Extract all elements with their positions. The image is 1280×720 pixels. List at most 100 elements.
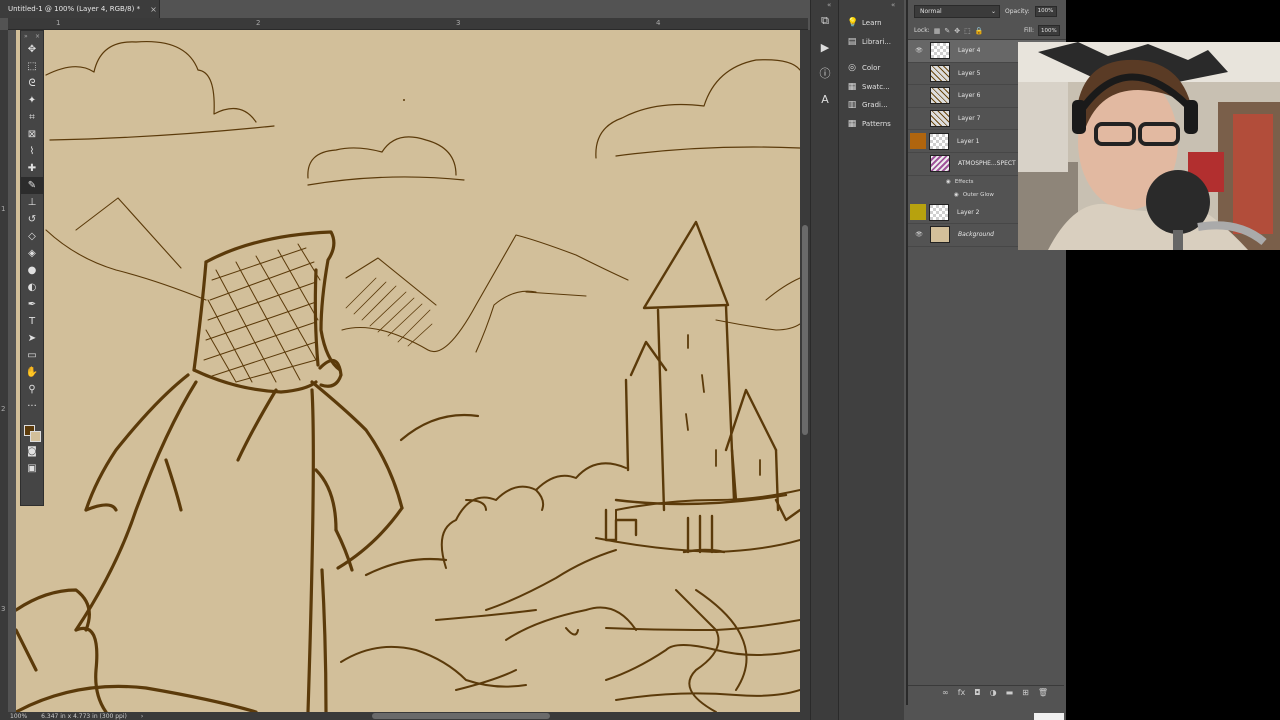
crop-tool[interactable]: ⌗	[21, 109, 43, 126]
layer-name[interactable]: Layer 7	[958, 115, 980, 122]
color-icon: ◎	[848, 63, 856, 74]
color-swatches[interactable]	[21, 419, 43, 443]
vertical-scroll-thumb[interactable]	[802, 225, 808, 435]
toolbar-header[interactable]: » ×	[21, 31, 43, 41]
lock-transparency-icon[interactable]: ▦	[934, 27, 941, 35]
vertical-ruler[interactable]: 1 2 3	[0, 30, 8, 712]
fx-icon[interactable]: fx	[958, 688, 966, 697]
add-mask-icon[interactable]: ◘	[974, 688, 980, 697]
panel-tab-patterns[interactable]: ▦ Patterns	[839, 115, 904, 134]
horizontal-ruler[interactable]: 1 2 3 4	[8, 18, 808, 30]
background-color-swatch[interactable]	[30, 431, 41, 442]
path-selection-tool[interactable]: ➤	[21, 330, 43, 347]
delete-layer-icon[interactable]: 🗑	[1038, 688, 1048, 697]
layer-name[interactable]: ATMOSPHE...SPECT	[958, 160, 1016, 167]
effect-eye-icon[interactable]: ◉	[946, 179, 951, 185]
effect-eye-icon[interactable]: ◉	[954, 192, 959, 198]
patterns-icon: ▦	[847, 118, 857, 129]
effects-label: Effects	[954, 179, 974, 186]
hand-tool[interactable]: ✋	[21, 364, 43, 381]
healing-brush-tool[interactable]: ✚	[21, 160, 43, 177]
info-icon[interactable]: ⓘ	[811, 60, 839, 86]
panel-tab-label: Swatc...	[862, 82, 890, 91]
document-info[interactable]: 6.347 in x 4.773 in (300 ppi)	[41, 713, 127, 720]
status-arrow-icon[interactable]: ›	[141, 713, 143, 720]
photoshop-workspace: Untitled-1 @ 100% (Layer 4, RGB/8) * × 1…	[0, 0, 1066, 720]
panel-tab-gradi[interactable]: ▥ Gradi...	[839, 96, 904, 115]
panel-tab-color[interactable]: ◎ Color	[839, 59, 904, 78]
lock-all-icon[interactable]: 🔒	[975, 27, 984, 35]
bottom-tools: ◙ ▣	[21, 443, 43, 477]
lock-artboard-icon[interactable]: ⬚	[964, 27, 971, 35]
expand-icon[interactable]: »	[24, 33, 28, 40]
link-layers-icon[interactable]: ∞	[942, 688, 949, 697]
panel-tab-label: Color	[862, 64, 881, 73]
horizontal-scroll-thumb[interactable]	[372, 713, 550, 719]
panel-tab-learn[interactable]: 💡 Learn	[839, 14, 904, 33]
move-tool[interactable]: ✥	[21, 41, 43, 58]
ruler-number: 1	[1, 205, 6, 213]
close-icon[interactable]: ×	[150, 5, 157, 14]
opacity-label: Opacity:	[1005, 7, 1030, 15]
document-title: Untitled-1 @ 100% (Layer 4, RGB/8) *	[8, 5, 141, 13]
document-canvas[interactable]	[16, 30, 800, 712]
layers-lock-row: Lock: ▦ ✎ ✥ ⬚ 🔒 Fill: 100%	[908, 22, 1066, 40]
layer-name[interactable]: Layer 4	[958, 47, 980, 54]
gradients-icon: ▥	[847, 100, 857, 111]
visibility-eye-icon[interactable]: 👁	[908, 231, 930, 238]
close-icon[interactable]: ×	[35, 33, 40, 40]
zoom-tool[interactable]: ⚲	[21, 381, 43, 398]
actions-icon[interactable]: ▶	[811, 34, 839, 60]
new-layer-icon[interactable]: ⊞	[1022, 688, 1029, 697]
history-brush-tool[interactable]: ↺	[21, 211, 43, 228]
layers-blend-row: Normal ⌄ Opacity: 100%	[908, 0, 1066, 22]
layer-thumbnail	[930, 87, 950, 105]
rectangle-tool[interactable]: ▭	[21, 347, 43, 364]
pen-tool[interactable]: ✒	[21, 296, 43, 313]
quick-mask-tool[interactable]: ◙	[21, 443, 43, 460]
layer-name[interactable]: Layer 1	[957, 138, 979, 145]
type-tool[interactable]: T	[21, 313, 43, 330]
collapse-icon[interactable]: «	[891, 1, 895, 9]
eyedropper-tool[interactable]: ⌇	[21, 143, 43, 160]
layer-name[interactable]: Layer 2	[957, 209, 979, 216]
blend-mode-select[interactable]: Normal ⌄	[914, 4, 1000, 18]
panel-tab-librari[interactable]: ▤ Librari...	[839, 33, 904, 52]
brush-tool[interactable]: ✎	[21, 177, 43, 194]
layer-name[interactable]: Background	[958, 231, 994, 238]
adjustment-layer-icon[interactable]: ◑	[990, 688, 997, 697]
black-area	[1066, 250, 1280, 720]
fill-field[interactable]: 100%	[1038, 25, 1060, 36]
screen-mode-tool[interactable]: ▣	[21, 460, 43, 477]
frame-tool[interactable]: ⊠	[21, 126, 43, 143]
layer-name[interactable]: Layer 5	[958, 70, 980, 77]
marquee-tool[interactable]: ⬚	[21, 58, 43, 75]
clone-stamp-tool[interactable]: ⊥	[21, 194, 43, 211]
opacity-field[interactable]: 100%	[1034, 5, 1057, 17]
panel-tab-swatc[interactable]: ▦ Swatc...	[839, 78, 904, 97]
black-area	[1066, 0, 1280, 42]
panel-dock-strip: « ⧉ ▶ ⓘ A	[810, 0, 838, 720]
taskbar-fragment	[1034, 713, 1064, 720]
panel-tab-label: Librari...	[862, 37, 891, 46]
new-group-icon[interactable]: ▬	[1006, 688, 1014, 697]
edit-toolbar[interactable]: ···	[21, 398, 43, 415]
lock-pixels-icon[interactable]: ✎	[944, 27, 950, 35]
dodge-tool[interactable]: ◐	[21, 279, 43, 296]
ruler-number: 2	[256, 19, 261, 27]
history-icon[interactable]: ⧉	[811, 8, 839, 34]
document-tab[interactable]: Untitled-1 @ 100% (Layer 4, RGB/8) * ×	[0, 0, 160, 18]
character-icon[interactable]: A	[811, 86, 839, 112]
layer-thumbnail	[930, 42, 950, 60]
paint-bucket-tool[interactable]: ◈	[21, 245, 43, 262]
collapse-icon[interactable]: «	[827, 1, 831, 9]
lock-position-icon[interactable]: ✥	[954, 27, 960, 35]
webcam-video	[1018, 42, 1280, 250]
layer-name[interactable]: Layer 6	[958, 92, 980, 99]
magic-wand-tool[interactable]: ✦	[21, 92, 43, 109]
visibility-eye-icon[interactable]: 👁	[908, 47, 930, 54]
lasso-tool[interactable]: ᘓ	[21, 75, 43, 92]
blur-tool[interactable]: ●	[21, 262, 43, 279]
zoom-level[interactable]: 100%	[10, 713, 27, 720]
eraser-tool[interactable]: ◇	[21, 228, 43, 245]
